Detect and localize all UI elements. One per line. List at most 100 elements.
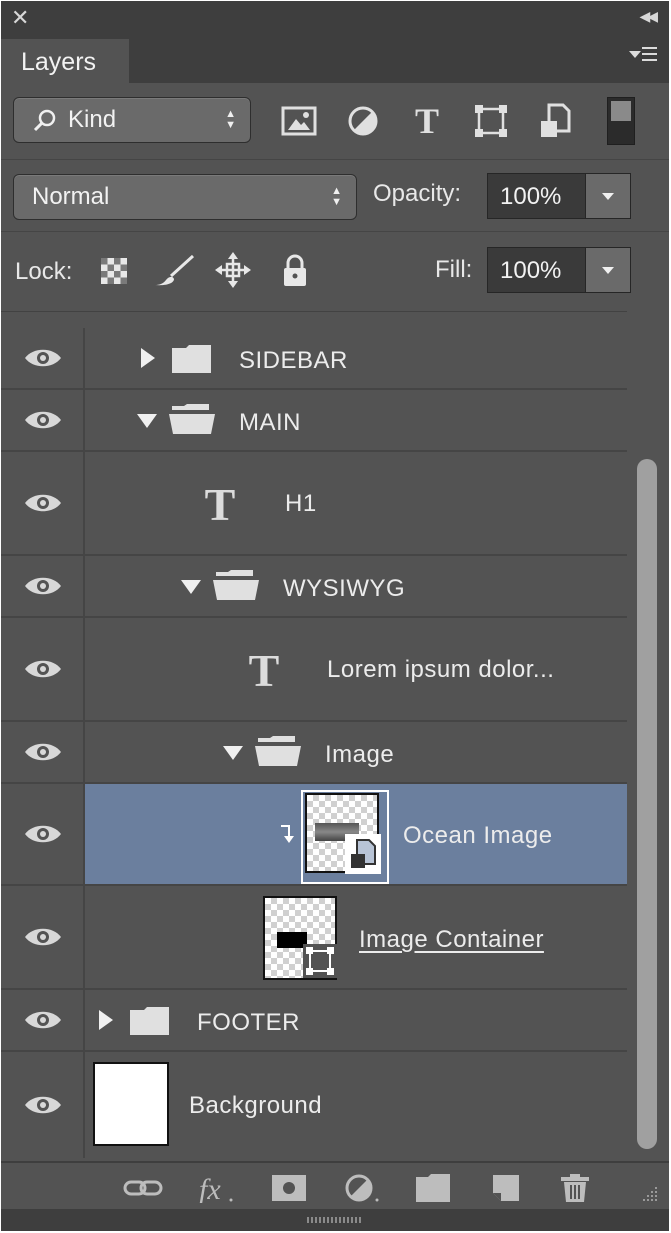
new-group-folder-icon[interactable]	[413, 1173, 453, 1203]
resize-grip-icon[interactable]	[637, 1183, 661, 1207]
opacity-value: 100%	[500, 183, 562, 210]
lock-position-move-icon[interactable]	[215, 252, 251, 288]
updown-arrows-icon: ▲ ▼	[225, 108, 236, 131]
layer-row-lorem-text[interactable]: T Lorem ipsum dolor...	[1, 618, 627, 722]
new-layer-icon[interactable]	[485, 1173, 525, 1203]
layer-name: SIDEBAR	[239, 347, 348, 374]
lock-transparency-icon[interactable]	[97, 252, 133, 288]
filter-row: Kind ▲ ▼ T	[1, 83, 669, 159]
panel-tab-row: Layers	[1, 35, 669, 83]
shape-filter-icon[interactable]	[471, 101, 511, 141]
layer-row-ocean-image[interactable]: Ocean Image	[1, 784, 627, 886]
tab-layers[interactable]: Layers	[1, 39, 129, 83]
eye-visibility-icon[interactable]	[23, 822, 63, 846]
eye-visibility-icon[interactable]	[23, 491, 63, 515]
filter-toggle-switch[interactable]	[607, 97, 635, 145]
clipping-mask-arrow-icon	[281, 825, 294, 843]
layer-name: WYSIWYG	[283, 575, 406, 602]
open-folder-icon	[169, 404, 215, 434]
vector-mask-badge-icon	[303, 944, 337, 978]
fill-dropdown-button[interactable]	[585, 248, 630, 292]
link-layers-icon[interactable]	[123, 1173, 163, 1203]
layer-name: MAIN	[239, 409, 301, 436]
type-filter-icon[interactable]: T	[407, 101, 447, 141]
lock-pixels-brush-icon[interactable]	[153, 252, 197, 288]
fill-label: Fill:	[435, 256, 473, 283]
filter-kind-label: Kind	[68, 106, 117, 133]
adjustment-layer-icon[interactable]	[341, 1173, 381, 1203]
layer-name: Ocean Image	[403, 822, 553, 849]
panel-resize-bar[interactable]	[1, 1209, 669, 1231]
opacity-field[interactable]: 100%	[487, 173, 631, 219]
eye-visibility-icon[interactable]	[23, 657, 63, 681]
lock-all-icon[interactable]	[277, 252, 313, 288]
collapse-panel-icon[interactable]: ◀◀	[639, 8, 657, 25]
text-layer-icon: T	[249, 648, 280, 690]
eye-visibility-icon[interactable]	[23, 740, 63, 764]
collapse-triangle-icon[interactable]	[137, 414, 157, 428]
search-icon	[33, 109, 56, 132]
background-thumbnail[interactable]	[93, 1062, 169, 1146]
collapse-triangle-icon[interactable]	[223, 746, 243, 760]
adjustment-filter-icon[interactable]	[343, 101, 383, 141]
eye-visibility-icon[interactable]	[23, 925, 63, 949]
layer-name: Image	[325, 741, 395, 768]
chevron-down-icon	[602, 267, 614, 274]
chevron-down-icon	[602, 193, 614, 200]
eye-visibility-icon[interactable]	[23, 1093, 63, 1117]
fx-layer-style-icon[interactable]: fx	[197, 1173, 237, 1203]
opacity-label: Opacity:	[373, 180, 462, 207]
tab-layers-label: Layers	[21, 48, 97, 76]
layer-row-main[interactable]: MAIN	[1, 390, 627, 452]
layer-row-sidebar[interactable]: SIDEBAR	[1, 328, 627, 390]
expand-triangle-icon[interactable]	[99, 1010, 113, 1030]
expand-triangle-icon[interactable]	[141, 348, 155, 368]
text-layer-icon: T	[205, 482, 236, 524]
layer-row-wysiwyg[interactable]: WYSIWYG	[1, 556, 627, 618]
layer-name: Background	[189, 1092, 323, 1119]
eye-visibility-icon[interactable]	[23, 346, 63, 370]
svg-text:fx: fx	[199, 1173, 221, 1203]
panel-menu-icon[interactable]	[629, 45, 659, 65]
blend-mode-select[interactable]: Normal ▲ ▼	[13, 174, 357, 220]
scrollbar-thumb[interactable]	[637, 459, 657, 1149]
blend-mode-label: Normal	[32, 183, 110, 210]
lock-row: Lock: Fill: 100%	[1, 231, 669, 310]
layer-row-image-group[interactable]: Image	[1, 722, 627, 784]
eye-visibility-icon[interactable]	[23, 1008, 63, 1032]
smart-object-badge-icon	[345, 834, 381, 874]
eye-visibility-icon[interactable]	[23, 408, 63, 432]
fill-field[interactable]: 100%	[487, 247, 631, 293]
blend-row: Normal ▲ ▼ Opacity: 100%	[1, 159, 669, 232]
layer-list-scrollbar[interactable]	[629, 311, 669, 1159]
lock-label: Lock:	[15, 258, 73, 285]
add-mask-icon[interactable]	[269, 1173, 309, 1203]
fill-value: 100%	[500, 257, 562, 284]
open-folder-icon	[213, 570, 259, 600]
layer-row-footer[interactable]: FOOTER	[1, 990, 627, 1052]
folder-icon	[172, 345, 211, 373]
svg-text:T: T	[249, 648, 280, 690]
opacity-dropdown-button[interactable]	[585, 174, 630, 218]
layer-row-h1[interactable]: T H1	[1, 452, 627, 556]
layer-name: H1	[285, 490, 317, 517]
layer-list[interactable]: SIDEBAR MAIN T H1 WYSIWYG T Lorem ipsum …	[1, 311, 627, 1160]
open-folder-icon	[255, 736, 301, 766]
updown-arrows-icon: ▲ ▼	[331, 185, 342, 208]
close-icon[interactable]: ✕	[11, 5, 29, 31]
svg-text:T: T	[415, 101, 439, 141]
panel-title-bar: ✕ ◀◀	[1, 1, 669, 35]
collapse-triangle-icon[interactable]	[181, 580, 201, 594]
layer-row-image-container[interactable]: Image Container	[1, 886, 627, 990]
resize-handle-grip[interactable]	[307, 1217, 361, 1223]
filter-kind-select[interactable]: Kind ▲ ▼	[13, 97, 251, 143]
layer-name: Image Container	[359, 926, 544, 953]
layer-row-background[interactable]: Background	[1, 1052, 627, 1158]
folder-icon	[130, 1007, 169, 1035]
smart-object-filter-icon[interactable]	[535, 101, 575, 141]
eye-visibility-icon[interactable]	[23, 574, 63, 598]
layer-name: FOOTER	[197, 1009, 300, 1036]
layers-panel: ✕ ◀◀ Layers Kind ▲ ▼ T Normal ▲ ▼ Opacit…	[1, 1, 669, 1231]
image-filter-icon[interactable]	[279, 101, 319, 141]
delete-layer-trash-icon[interactable]	[555, 1173, 595, 1203]
